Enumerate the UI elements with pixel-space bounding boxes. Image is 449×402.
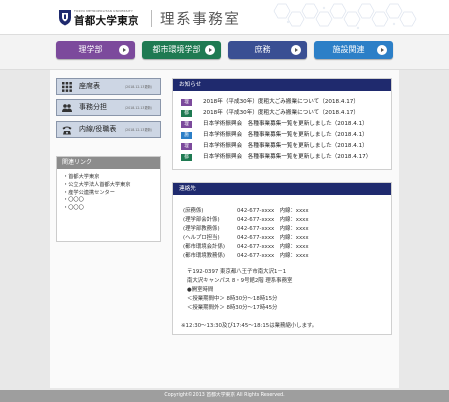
news-title: お知らせ xyxy=(173,79,391,91)
contact-panel: 連絡先 (庶務係) 042-677-xxxx 内線：xxxx (理学部会計係) 04… xyxy=(172,182,392,335)
grid-icon xyxy=(62,82,72,92)
main-navigation: 理学部 都市環境学部 庶務 施設関連 xyxy=(0,34,449,70)
news-item[interactable]: 理 日本学術振興会 各種事業募集一覧を更新しました（2018.4.1） xyxy=(179,142,389,151)
related-link-label: 〇〇〇 xyxy=(68,205,84,212)
nav-button-urban-env[interactable]: 都市環境学部 xyxy=(142,41,221,59)
related-link[interactable]: ・首都大学東京 xyxy=(63,174,130,182)
page: TOKYO METROPOLITAN UNIVERSITY 首都大学東京 理系事… xyxy=(0,0,449,402)
news-item-text: 2018年（平成30年）度粗大ごみ搬業について（2018.4.17） xyxy=(203,110,359,116)
contact-tel: 042-677-xxxx 内線：xxxx xyxy=(237,217,309,223)
nav-button-general-affairs[interactable]: 庶務 xyxy=(228,41,307,59)
arrow-right-icon xyxy=(377,45,387,55)
news-item-text: 日本学術振興会 各種事業募集一覧を更新しました（2018.4.1） xyxy=(203,132,368,138)
sidebar-button-date: （2018.12.13更新） xyxy=(123,106,154,110)
contact-tel: 042-677-xxxx 内線：xxxx xyxy=(237,244,309,250)
people-icon xyxy=(62,104,72,112)
related-link[interactable]: ・〇〇〇 xyxy=(63,205,130,213)
news-item[interactable]: 施 日本学術振興会 各種事業募集一覧を更新しました（2018.4.1） xyxy=(179,131,389,140)
news-item[interactable]: 都 日本学術振興会 各種事業募集一覧を更新しました（2018.4.17） xyxy=(179,153,389,162)
category-badge: 都 xyxy=(181,154,192,161)
news-item-text: 日本学術振興会 各種事業募集一覧を更新しました（2018.4.17） xyxy=(203,154,372,160)
related-link[interactable]: ・公立大学法人首都大学東京 xyxy=(63,182,130,190)
arrow-right-icon xyxy=(119,45,129,55)
news-item[interactable]: 理 日本学術振興会 各種事業募集一覧を更新しました（2018.4.1） xyxy=(179,120,389,129)
contact-tel: 042-677-xxxx 内線：xxxx xyxy=(237,253,309,259)
related-links-title: 関連リンク xyxy=(57,157,160,169)
nav-label: 庶務 xyxy=(254,45,271,54)
office-hours-heading: ●開室時間 xyxy=(187,287,214,293)
related-links-list: ・首都大学東京 ・公立大学法人首都大学東京 ・産学公連携センター ・〇〇〇 ・〇… xyxy=(63,174,130,213)
news-item-text: 日本学術振興会 各種事業募集一覧を更新しました（2018.4.1） xyxy=(203,121,368,127)
category-badge: 都 xyxy=(181,110,192,117)
related-link-label: 公立大学法人首都大学東京 xyxy=(68,181,131,188)
contact-name: (庶務係) xyxy=(183,208,204,214)
nav-button-facilities[interactable]: 施設関連 xyxy=(314,41,393,59)
office-hours-break: ＜授業期間外＞ 8時30分～17時45分 xyxy=(187,305,278,311)
site-title: 理系事務室 xyxy=(160,12,241,28)
footer-copyright: Copyright©2013 首都大学東京 All Rights Reserve… xyxy=(0,390,449,402)
sidebar-button-label: 事務分担 xyxy=(79,103,107,111)
sidebar-button-label: 座席表 xyxy=(79,82,100,90)
office-address: 〒192-0397 東京都八王子市南大沢1－1 xyxy=(187,269,287,275)
contact-tel: 042-677-xxxx 内線：xxxx xyxy=(237,235,309,241)
sidebar-button-duty-assignment[interactable]: 事務分担 （2018.12.13更新） xyxy=(56,99,161,116)
hexagon-pattern-decoration xyxy=(273,3,417,30)
related-link-label: 首都大学東京 xyxy=(68,174,100,180)
contact-name: (都市環境教務係) xyxy=(183,253,225,259)
news-item-text: 日本学術振興会 各種事業募集一覧を更新しました（2018.4.1） xyxy=(203,143,368,149)
office-hours-term: ＜授業期間中＞ 8時30分～18時15分 xyxy=(187,296,278,302)
office-location: 南大沢キャンパス 8・9号館2階 理系事務室 xyxy=(187,278,293,284)
nav-label: 都市環境学部 xyxy=(152,45,201,54)
header-divider xyxy=(151,10,152,27)
sidebar-button-seating-chart[interactable]: 座席表 （2018.12.13更新） xyxy=(56,78,161,95)
phone-icon xyxy=(62,126,72,135)
contact-title: 連絡先 xyxy=(173,183,391,195)
emblem-icon xyxy=(59,10,71,26)
category-badge: 理 xyxy=(181,121,192,128)
nav-label: 理学部 xyxy=(78,45,103,54)
sidebar-button-date: （2018.12.13更新） xyxy=(123,128,154,132)
category-badge: 施 xyxy=(181,132,192,139)
sidebar-button-date: （2018.12.13更新） xyxy=(123,85,154,89)
header: TOKYO METROPOLITAN UNIVERSITY 首都大学東京 理系事… xyxy=(0,0,449,34)
news-item[interactable]: 理 2018年（平成30年）度粗大ごみ搬業について（2018.4.17） xyxy=(179,98,389,107)
arrow-right-icon xyxy=(205,45,215,55)
office-hours-note: ※12:30～13:30及び17:45～18:15は業務縮小します。 xyxy=(181,323,318,329)
contact-name: (理学部教務係) xyxy=(183,226,220,232)
news-item[interactable]: 都 2018年（平成30年）度粗大ごみ搬業について（2018.4.17） xyxy=(179,109,389,118)
contact-name: (都市環境会計係) xyxy=(183,244,225,250)
news-item-text: 2018年（平成30年）度粗大ごみ搬業について（2018.4.17） xyxy=(203,99,359,105)
nav-button-science[interactable]: 理学部 xyxy=(56,41,135,59)
sidebar-button-extension-list[interactable]: 内線/役職表 （2018.12.13更新） xyxy=(56,121,161,138)
university-logo[interactable]: TOKYO METROPOLITAN UNIVERSITY 首都大学東京 xyxy=(58,9,144,27)
contact-name: (ヘルプロ担当) xyxy=(183,235,220,241)
arrow-right-icon xyxy=(291,45,301,55)
logo-ja-text: 首都大学東京 xyxy=(74,15,139,27)
category-badge: 理 xyxy=(181,99,192,106)
related-link-label: 産学公連携センター xyxy=(68,189,115,196)
contact-tel: 042-677-xxxx 内線：xxxx xyxy=(237,226,309,232)
category-badge: 理 xyxy=(181,143,192,150)
related-link-label: 〇〇〇 xyxy=(68,197,84,204)
news-panel: お知らせ 理 2018年（平成30年）度粗大ごみ搬業について（2018.4.17… xyxy=(172,78,392,170)
contact-tel: 042-677-xxxx 内線：xxxx xyxy=(237,208,309,214)
sidebar-button-label: 内線/役職表 xyxy=(79,125,117,133)
contact-name: (理学部会計係) xyxy=(183,217,220,223)
nav-label: 施設関連 xyxy=(332,45,365,54)
related-links-box: 関連リンク ・首都大学東京 ・公立大学法人首都大学東京 ・産学公連携センター ・… xyxy=(56,156,161,242)
